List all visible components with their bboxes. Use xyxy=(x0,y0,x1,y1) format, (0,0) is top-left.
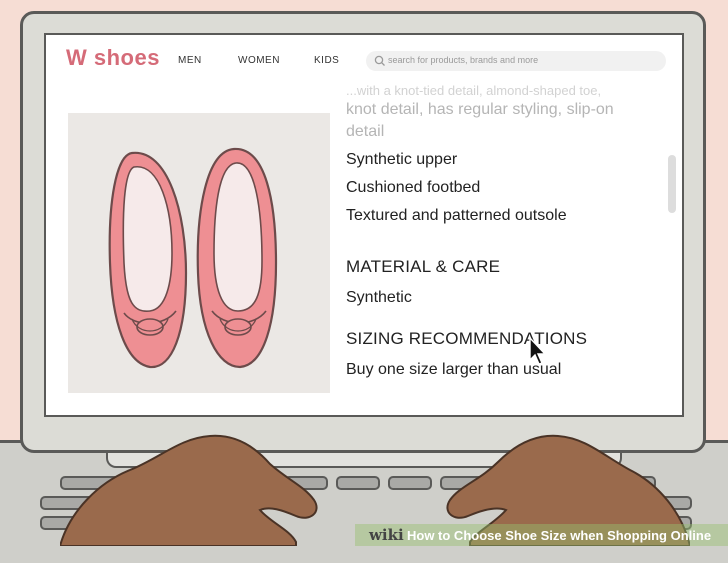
scrollbar-thumb[interactable] xyxy=(668,155,676,213)
search-input[interactable]: search for products, brands and more xyxy=(388,55,538,65)
description-line: detail xyxy=(346,123,385,140)
nav-link-kids[interactable]: KIDS xyxy=(314,55,339,66)
caption-brand: wiki xyxy=(369,526,404,544)
material-value: Synthetic xyxy=(346,289,412,306)
feature-item: Synthetic upper xyxy=(346,151,458,168)
search-icon xyxy=(374,55,385,66)
mouse-cursor-icon xyxy=(529,336,547,365)
nav-link-men[interactable]: MEN xyxy=(178,55,202,66)
site-header: W shoes MEN WOMEN KIDS search for produc… xyxy=(46,35,682,85)
left-hand xyxy=(60,434,318,546)
site-logo[interactable]: W shoes xyxy=(66,45,160,71)
material-heading: MATERIAL & CARE xyxy=(346,257,501,276)
sizing-heading: SIZING RECOMMENDATIONS xyxy=(346,329,588,348)
nav-link-women[interactable]: WOMEN xyxy=(238,55,280,66)
browser-screen: W shoes MEN WOMEN KIDS search for produc… xyxy=(44,33,684,417)
description-partial-line: ...with a knot-tied detail, almond-shape… xyxy=(346,83,602,98)
caption-banner: wiki How to Choose Shoe Size when Shoppi… xyxy=(355,524,728,546)
feature-item: Textured and patterned outsole xyxy=(346,207,567,224)
caption-title: How to Choose Shoe Size when Shopping On… xyxy=(407,528,712,543)
ballet-flats-image xyxy=(108,147,278,369)
feature-item: Cushioned footbed xyxy=(346,179,481,196)
product-image[interactable] xyxy=(68,113,330,393)
description-line: knot detail, has regular styling, slip-o… xyxy=(346,101,614,118)
search-bar[interactable]: search for products, brands and more xyxy=(366,51,666,71)
